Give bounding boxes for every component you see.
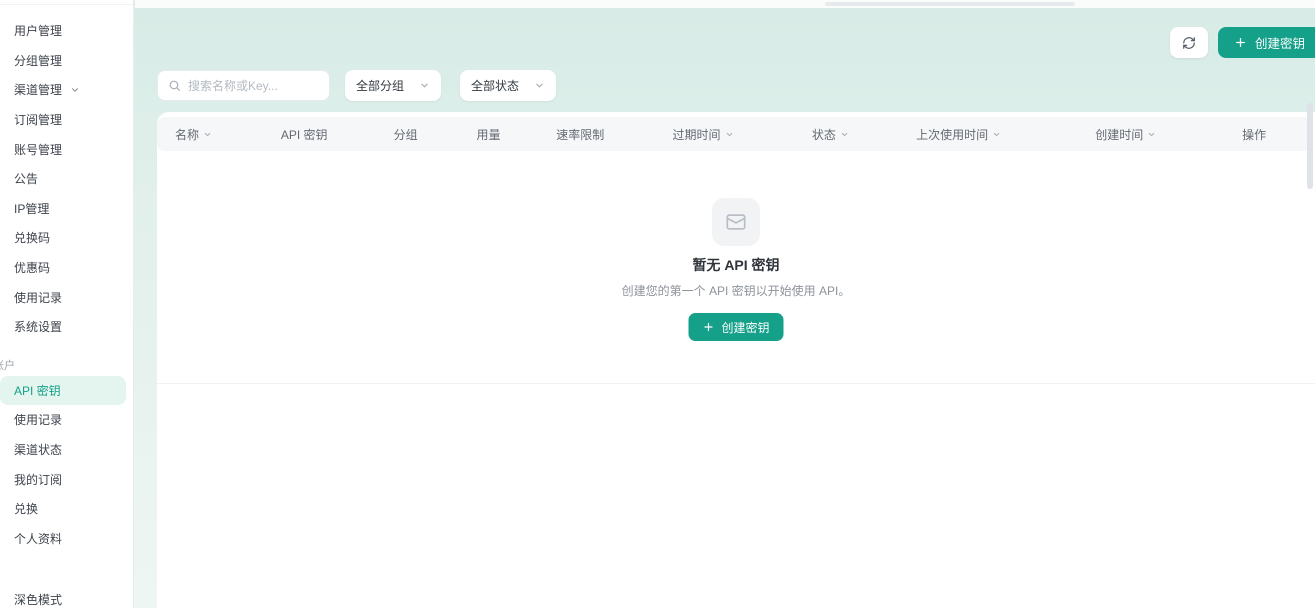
sidebar-item[interactable]: 公告 (0, 164, 133, 194)
sidebar-item[interactable]: 系统设置 (0, 312, 133, 342)
table-column-label: 上次使用时间 (916, 126, 988, 143)
search-box (157, 70, 330, 101)
sidebar-item-label: 渠道管理 (14, 81, 62, 98)
main-content: 创建密钥 全部分组 全部状态 名称 API 密钥 分组 用量 (135, 0, 1315, 608)
sidebar-item-label: 公告 (14, 170, 38, 187)
sidebar-item[interactable]: 用户管理 (0, 16, 133, 46)
create-key-label: 创建密钥 (1255, 33, 1305, 52)
inbox-mail-icon (725, 211, 747, 233)
create-key-button[interactable]: 创建密钥 (1218, 27, 1315, 58)
sidebar-item[interactable]: 兑换 (0, 494, 133, 524)
table-column-header: API 密钥 (281, 126, 371, 143)
sort-chevron-icon (840, 130, 849, 139)
sidebar-item-label: 优惠码 (14, 259, 50, 276)
table-column-header[interactable]: 上次使用时间 (879, 126, 1039, 143)
top-strip (135, 0, 1315, 8)
table-column-label: 速率限制 (556, 126, 604, 143)
sort-chevron-icon (992, 130, 1001, 139)
empty-state-subtitle: 创建您的第一个 API 密钥以开始使用 API。 (157, 282, 1315, 299)
sidebar-item-label: 订阅管理 (14, 111, 62, 128)
sidebar-item-label: IP管理 (14, 200, 49, 217)
plus-icon (702, 321, 714, 333)
sidebar-item[interactable]: 分组管理 (0, 46, 133, 76)
table-column-label: 过期时间 (673, 126, 721, 143)
empty-state-title: 暂无 API 密钥 (157, 255, 1315, 275)
status-filter-dropdown[interactable]: 全部状态 (460, 70, 556, 101)
empty-state-tile (712, 198, 760, 246)
table-column-header[interactable]: 状态 (782, 126, 879, 143)
sidebar-item-label: API 密钥 (14, 382, 61, 399)
sidebar-top-divider (0, 0, 133, 5)
sidebar: 用户管理 分组管理 渠道管理 订阅管理 账号管理 公告 IP管理 兑换码 优惠码… (0, 0, 134, 608)
table-column-header[interactable]: 创建时间 (1038, 126, 1213, 143)
table-column-header[interactable]: 名称 (175, 126, 281, 143)
table-column-header: 分组 (371, 126, 441, 143)
sidebar-item-label: 账号管理 (14, 141, 62, 158)
dark-mode-toggle[interactable]: 深色模式 (14, 591, 62, 608)
sidebar-item-label: 分组管理 (14, 52, 62, 69)
section-divider (157, 383, 1315, 384)
sidebar-item[interactable]: API 密钥 (0, 376, 126, 406)
search-input[interactable] (188, 79, 319, 93)
sidebar-item[interactable]: 兑换码 (0, 223, 133, 253)
search-icon (168, 79, 181, 92)
table-column-label: 状态 (812, 126, 836, 143)
sidebar-item-label: 兑换码 (14, 229, 50, 246)
sort-chevron-icon (203, 130, 212, 139)
sidebar-item[interactable]: 个人资料 (0, 524, 133, 554)
toolbar: 创建密钥 (1170, 27, 1315, 58)
sidebar-item-label: 用户管理 (14, 22, 62, 39)
sidebar-item[interactable]: 渠道状态 (0, 435, 133, 465)
sidebar-item-label: 渠道状态 (14, 441, 62, 458)
chevron-down-icon (534, 80, 545, 91)
table-column-label: 用量 (476, 126, 500, 143)
table-column-label: 分组 (394, 126, 418, 143)
sidebar-item[interactable]: 渠道管理 (0, 75, 133, 105)
table-column-header: 用量 (441, 126, 537, 143)
sidebar-item-label: 个人资料 (14, 530, 62, 547)
sidebar-item[interactable]: 账号管理 (0, 134, 133, 164)
vertical-scrollbar-thumb[interactable] (1307, 103, 1313, 189)
group-filter-dropdown[interactable]: 全部分组 (345, 70, 441, 101)
table-column-label: 名称 (175, 126, 199, 143)
status-filter-value: 全部状态 (471, 77, 519, 94)
table-column-header: 操作 (1213, 126, 1295, 143)
empty-state-create-button[interactable]: 创建密钥 (688, 313, 783, 341)
sidebar-item[interactable]: 优惠码 (0, 253, 133, 283)
sidebar-item[interactable]: 我的订阅 (0, 464, 133, 494)
table-column-label: 创建时间 (1095, 126, 1143, 143)
sidebar-item[interactable]: 使用记录 (0, 282, 133, 312)
table-column-header: 速率限制 (536, 126, 624, 143)
sidebar-item[interactable]: IP管理 (0, 194, 133, 224)
horizontal-scrollbar[interactable] (825, 2, 1075, 6)
table-column-label: API 密钥 (281, 126, 328, 143)
sidebar-item[interactable]: 使用记录 (0, 405, 133, 435)
chevron-down-icon (419, 80, 430, 91)
refresh-icon (1182, 36, 1196, 50)
refresh-button[interactable] (1170, 27, 1208, 58)
sidebar-item-label: 我的订阅 (14, 471, 62, 488)
plus-icon (1234, 36, 1247, 49)
sidebar-item-label: 兑换 (14, 500, 38, 517)
sort-chevron-icon (1147, 130, 1156, 139)
sidebar-item-label: 系统设置 (14, 318, 62, 335)
sidebar-section-label: 账户 (0, 354, 133, 376)
empty-create-label: 创建密钥 (721, 319, 769, 336)
table-column-header[interactable]: 过期时间 (624, 126, 782, 143)
chevron-down-icon (70, 85, 80, 95)
table-header: 名称 API 密钥 分组 用量 速率限制 过期时间 状态 上次使用时间 (157, 117, 1313, 151)
sidebar-item[interactable]: 订阅管理 (0, 105, 133, 135)
sidebar-nav: 用户管理 分组管理 渠道管理 订阅管理 账号管理 公告 IP管理 兑换码 优惠码… (0, 0, 133, 553)
group-filter-value: 全部分组 (356, 77, 404, 94)
sidebar-item-label: 使用记录 (14, 411, 62, 428)
api-keys-card: 名称 API 密钥 分组 用量 速率限制 过期时间 状态 上次使用时间 (157, 112, 1315, 608)
sidebar-item-label: 使用记录 (14, 289, 62, 306)
table-column-label: 操作 (1242, 126, 1266, 143)
sort-chevron-icon (725, 130, 734, 139)
